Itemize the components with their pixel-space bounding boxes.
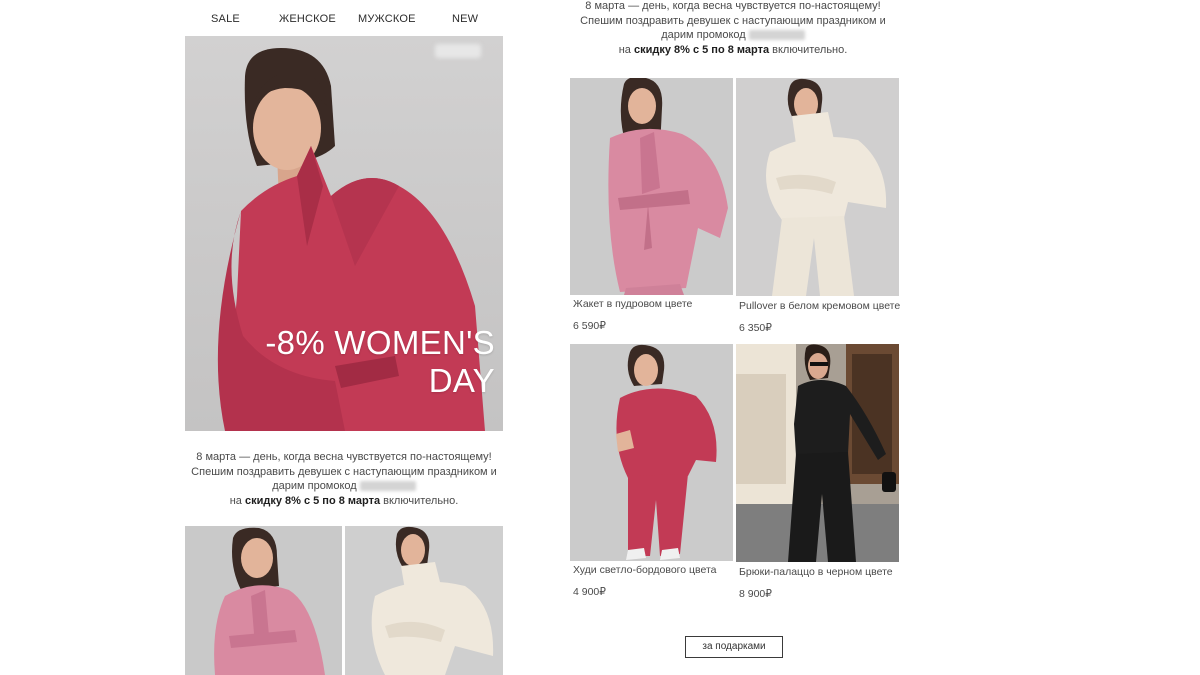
promo-line-4-prefix: на xyxy=(229,494,242,507)
promo-right-line-4-suffix: включительно. xyxy=(772,43,848,56)
product-name[interactable]: Жакет в пудровом цвете xyxy=(573,298,692,310)
promo-right-line-1: 8 марта — день, когда весна чувствуется … xyxy=(585,0,881,12)
promo-discount-highlight: скидку 8% с 5 по 8 марта xyxy=(244,494,381,507)
product-thumb-pullover[interactable] xyxy=(345,526,503,675)
product-image-pullover[interactable] xyxy=(736,78,899,296)
pullover-model-illustration xyxy=(371,526,494,675)
product-price: 8 900₽ xyxy=(739,588,772,600)
top-navigation: SALE ЖЕНСКОЕ МУЖСКОЕ NEW xyxy=(185,13,503,29)
blurred-promo-code xyxy=(359,481,416,492)
blurred-promo-code-right xyxy=(748,30,805,41)
promo-right-line-4-prefix: на xyxy=(618,43,631,56)
promo-line-3: дарим промокод xyxy=(185,479,503,494)
product-card[interactable]: Брюки-палаццо в черном цвете 8 900₽ xyxy=(736,344,899,604)
product-thumb-jacket[interactable] xyxy=(185,526,342,675)
promo-line-2: Спешим поздравить девушек с наступающим … xyxy=(191,465,497,478)
nav-link-men[interactable]: МУЖСКОЕ xyxy=(358,13,416,25)
promo-right-line-3: дарим промокод xyxy=(558,28,908,43)
promo-line-3-text: дарим промокод xyxy=(272,480,357,492)
promo-text-left: 8 марта — день, когда весна чувствуется … xyxy=(185,450,503,508)
nav-link-new[interactable]: NEW xyxy=(452,13,478,25)
hero-title-line-1: -8% WOMEN'S xyxy=(265,324,495,361)
promo-text-right: 8 марта — день, когда весна чувствуется … xyxy=(558,0,908,57)
product-image-jacket[interactable] xyxy=(570,78,733,295)
product-image-palazzo-pants[interactable] xyxy=(736,344,899,562)
hero-title: -8% WOMEN'S DAY xyxy=(195,324,495,400)
hero-blurred-logo xyxy=(435,44,481,58)
promo-right-line-4: на скидку 8% с 5 по 8 марта включительно… xyxy=(558,43,908,58)
jacket-model-illustration xyxy=(608,78,728,295)
hoodie-model-illustration xyxy=(616,344,717,560)
product-price: 4 900₽ xyxy=(573,586,606,598)
product-card[interactable]: Pullover в белом кремовом цвете 6 350₽ xyxy=(736,78,900,338)
hero-banner[interactable]: -8% WOMEN'S DAY xyxy=(185,36,503,431)
pullover-model-illustration xyxy=(766,78,887,296)
product-card[interactable]: Жакет в пудровом цвете 6 590₽ xyxy=(570,78,733,338)
promo-right-discount-highlight: скидку 8% с 5 по 8 марта xyxy=(633,43,770,56)
promo-right-line-2: Спешим поздравить девушек с наступающим … xyxy=(580,14,886,27)
gifts-button[interactable]: за подарками xyxy=(685,636,783,658)
product-price: 6 350₽ xyxy=(739,322,772,334)
product-name[interactable]: Худи светло-бордового цвета xyxy=(573,564,717,576)
promo-right-line-3-text: дарим промокод xyxy=(661,29,746,41)
hero-title-line-2: DAY xyxy=(428,362,495,399)
jacket-model-illustration xyxy=(214,527,325,675)
nav-link-women[interactable]: ЖЕНСКОЕ xyxy=(279,13,336,25)
street-model-illustration xyxy=(736,344,899,562)
email-left-column: SALE ЖЕНСКОЕ МУЖСКОЕ NEW -8% WOMEN'S DAY… xyxy=(185,0,503,675)
product-image-hoodie[interactable] xyxy=(570,344,733,561)
product-name[interactable]: Pullover в белом кремовом цвете xyxy=(739,300,900,312)
product-name[interactable]: Брюки-палаццо в черном цвете xyxy=(739,566,893,578)
promo-line-4: на скидку 8% с 5 по 8 марта включительно… xyxy=(185,494,503,509)
promo-line-1: 8 марта — день, когда весна чувствуется … xyxy=(196,451,492,463)
promo-line-4-suffix: включительно. xyxy=(383,494,459,507)
product-card[interactable]: Худи светло-бордового цвета 4 900₽ xyxy=(570,344,733,604)
nav-link-sale[interactable]: SALE xyxy=(211,13,240,25)
product-price: 6 590₽ xyxy=(573,320,606,332)
